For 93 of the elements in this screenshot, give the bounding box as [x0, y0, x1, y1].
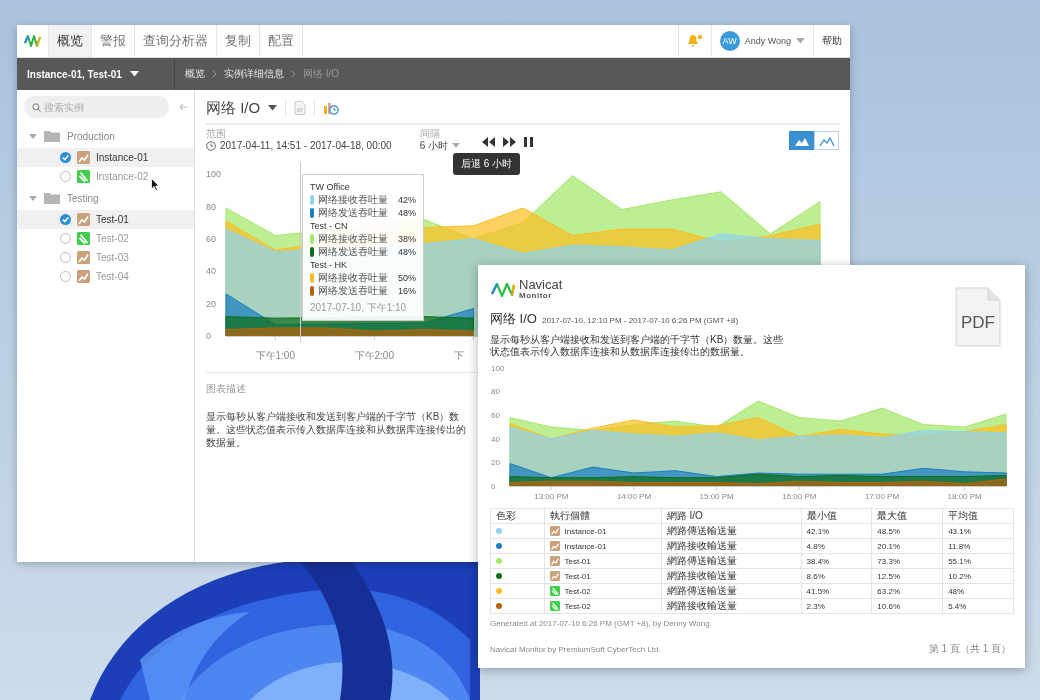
pdf-file-icon: PDF [955, 287, 1001, 347]
axis-label: 下午1:00 [255, 350, 295, 361]
report-title: 网络 I/O [490, 310, 537, 328]
series-label: 网络接收吞吐量 [318, 192, 389, 207]
axis-label: 100 [206, 169, 222, 180]
table-cell: Instance-01 [564, 541, 607, 551]
table-cell: 42.1% [806, 526, 830, 536]
table-cell: 網路接收輸送量 [666, 600, 737, 611]
column-header: 平均值 [942, 508, 1014, 524]
table-cell: 38.4% [806, 556, 830, 566]
instance-name: Test-01 [96, 214, 129, 225]
series-label: 网络发送吞吐量 [318, 283, 389, 298]
footer-text: Navicat Monitor by PremiumSoft CyberTech Ltd. [490, 644, 661, 654]
brand-name: Navicat [519, 279, 563, 291]
table-cell: 73.3% [877, 556, 901, 566]
axis-label: 14:00 PM [616, 492, 652, 501]
report-date-range: 2017-07-10, 12:10 PM - 2017-07-10 6:26 PM (GMT +8) [541, 316, 739, 325]
tooltip: 后退 6 小时 [452, 153, 521, 175]
column-header: 最小值 [801, 508, 872, 524]
table-cell: 網路接收輸送量 [666, 540, 737, 551]
axis-label: 20 [206, 298, 216, 309]
axis-label: 80 [206, 201, 216, 212]
page-number: 第 1 頁（共 1 頁） [928, 642, 1011, 656]
table-cell: Test-02 [564, 601, 591, 611]
axis-label: 0 [206, 331, 211, 342]
table-cell: 10.2% [948, 571, 971, 581]
table-cell: 網路傳送輸送量 [666, 525, 737, 536]
series-value: 50% [398, 272, 416, 283]
table-cell: Test-01 [564, 571, 591, 581]
instance-name: Test-04 [96, 271, 129, 282]
column-header: 最大值 [871, 508, 943, 524]
axis-label: 80 [491, 387, 500, 397]
table-cell: 43.1% [948, 526, 971, 536]
series-value: 42% [398, 194, 416, 205]
axis-label: 0 [491, 481, 496, 491]
table-cell: 網路傳送輸送量 [666, 555, 737, 566]
axis-label: 40 [206, 266, 216, 277]
table-cell: 48.5% [877, 526, 901, 536]
instance-name: Instance-02 [96, 171, 149, 182]
tooltip-group-name: Test - HK [310, 259, 348, 271]
table-cell: 55.1% [948, 556, 971, 566]
table-cell: 網路接收輸送量 [666, 570, 737, 581]
axis-label: 40 [491, 434, 500, 444]
table-cell: 20.1% [877, 541, 901, 551]
table-cell: 網路傳送輸送量 [666, 585, 737, 596]
section-heading: 图表描述 [206, 382, 246, 396]
series-label: 网络接收吞吐量 [318, 270, 389, 285]
axis-label: 20 [491, 458, 500, 468]
axis-label: 13:00 PM [534, 492, 569, 501]
column-header: 色彩 [490, 508, 545, 524]
table-cell: 10.6% [877, 601, 901, 611]
axis-label: 下 [453, 350, 464, 361]
series-label: 网络发送吞吐量 [318, 244, 389, 259]
table-cell: 63.2% [877, 586, 901, 596]
series-value: 38% [398, 233, 416, 244]
table-cell: Test-01 [564, 556, 591, 566]
field-label: 范围 [206, 128, 227, 139]
axis-label: 60 [491, 411, 500, 420]
series-label: 网络发送吞吐量 [318, 205, 389, 220]
series-value: 16% [398, 285, 416, 296]
generated-note: Generated at 2017-07-10 6:26 PM (GMT +8), by Denny Wong [490, 619, 711, 628]
instance-name: Test-02 [96, 233, 129, 244]
table-cell: 4.8% [806, 541, 825, 551]
axis-label: 下午2:00 [354, 350, 394, 361]
instance-name: Instance-01 [96, 152, 149, 163]
brand-subtitle: Monitor [519, 291, 553, 300]
axis-label: 17:00 PM [864, 492, 900, 501]
series-value: 48% [398, 207, 416, 218]
tooltip-group-name: Test - CN [310, 220, 349, 232]
table-cell: 2.3% [806, 601, 825, 611]
table-cell: 41.5% [806, 586, 830, 596]
chart-description: 显示每秒从客户端接收和发送到客户端的千字节（KB）数量。这些状态值表示传入数据库连接和从数据库连接传出的数据量。 [206, 410, 467, 449]
axis-label: 18:00 PM [947, 492, 982, 501]
column-header: 執行個體 [544, 508, 662, 524]
series-value: 48% [398, 246, 416, 257]
axis-label: 16:00 PM [782, 492, 817, 501]
table-cell: 48% [948, 586, 965, 596]
axis-label: 60 [206, 233, 216, 244]
table-cell: 8.6% [806, 571, 825, 581]
axis-label: 100 [491, 363, 505, 373]
tooltip-group-name: TW Office [310, 181, 351, 193]
table-cell: 12.5% [877, 571, 901, 581]
axis-label: 15:00 PM [699, 492, 734, 501]
table-cell: 5.4% [948, 601, 967, 611]
table-cell: 11.8% [948, 541, 971, 551]
series-label: 网络接收吞吐量 [318, 231, 389, 246]
table-cell: Instance-01 [564, 526, 607, 536]
report-description: 显示每秒从客户端接收和发送到客户端的千字节（KB）数量。这些状态值表示传入数据库连接和从数据库连接传出的数据量。 [490, 334, 785, 358]
column-header: 網路 I/O [661, 508, 802, 524]
table-cell: Test-02 [564, 586, 591, 596]
instance-name: Test-03 [96, 252, 129, 263]
tooltip-time: 2017-07-10, 下午1:10 [310, 301, 408, 315]
field-label: 间隔 [419, 128, 441, 139]
